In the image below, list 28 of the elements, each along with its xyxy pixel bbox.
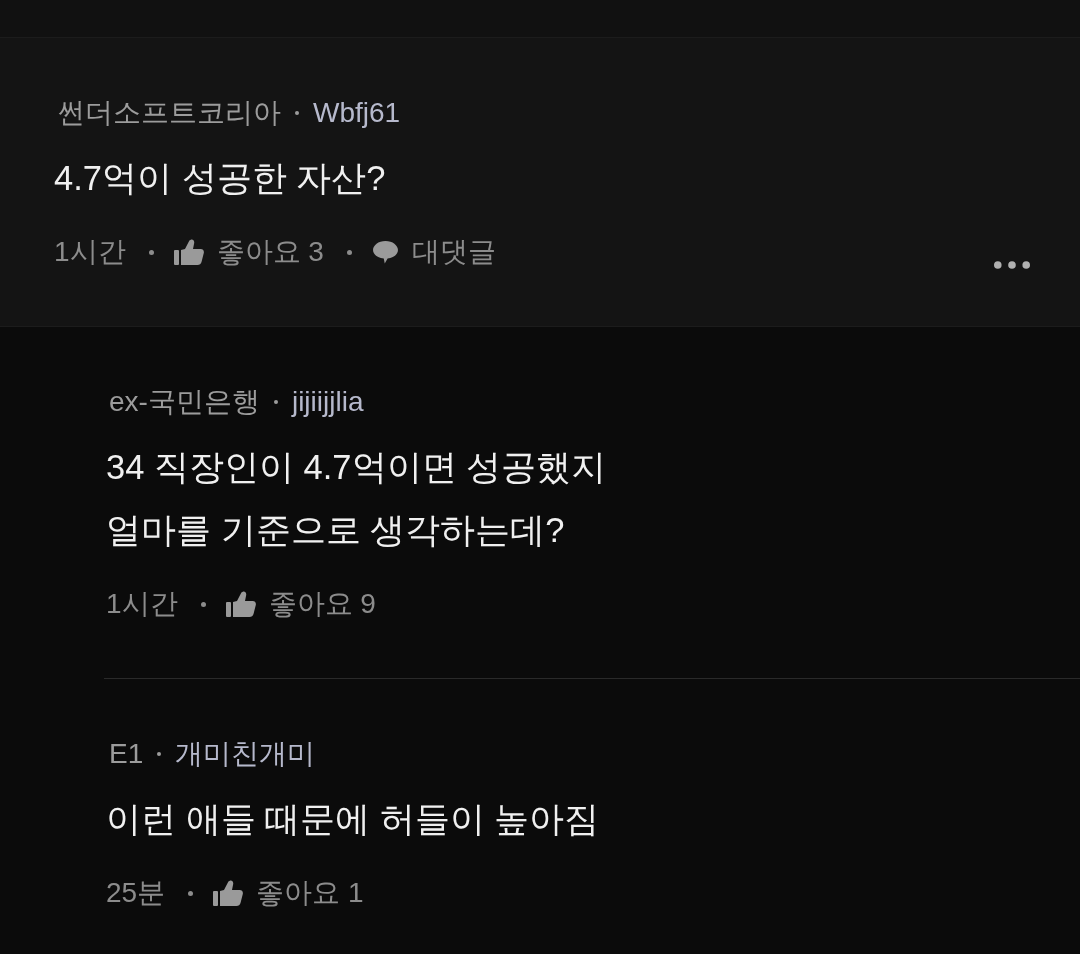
reply-button[interactable]: 대댓글 <box>371 233 496 271</box>
author-nickname: 개미친개미 <box>175 737 316 771</box>
timestamp: 1시간 <box>54 235 126 269</box>
separator-dot-icon <box>273 400 278 404</box>
more-icon[interactable] <box>994 261 1030 269</box>
speech-bubble-icon <box>371 240 399 264</box>
like-button[interactable]: 좋아요 3 <box>173 233 324 271</box>
like-button[interactable]: 좋아요 9 <box>225 585 376 623</box>
like-button[interactable]: 좋아요 1 <box>213 874 364 912</box>
author-nickname: Wbfj61 <box>313 96 401 130</box>
reply-text: 34 직장인이 4.7억이면 성공했지 얼마를 기준으로 생각하는데? <box>106 447 608 551</box>
author-nickname: jijiijjlia <box>291 385 364 419</box>
company-name: ex-국민은행 <box>109 385 260 419</box>
separator-dot-icon <box>148 249 154 255</box>
comment-text: 4.7억이 성공한 자산? <box>54 158 387 199</box>
reply-text: 이런 애들 때문에 허들이 높아짐 <box>106 799 601 840</box>
thumbs-up-icon <box>213 880 244 906</box>
timestamp: 1시간 <box>106 587 178 621</box>
separator-dot-icon <box>157 752 162 756</box>
thumbs-up-icon <box>173 239 204 265</box>
timestamp: 25분 <box>106 876 166 910</box>
separator-dot-icon <box>200 601 206 607</box>
company-name: E1 <box>109 737 144 771</box>
separator-dot-icon <box>346 249 352 255</box>
company-name: 썬더소프트코리아 <box>57 96 281 130</box>
thumbs-up-icon <box>225 591 256 617</box>
separator-dot-icon <box>295 111 299 115</box>
separator-dot-icon <box>188 890 194 896</box>
